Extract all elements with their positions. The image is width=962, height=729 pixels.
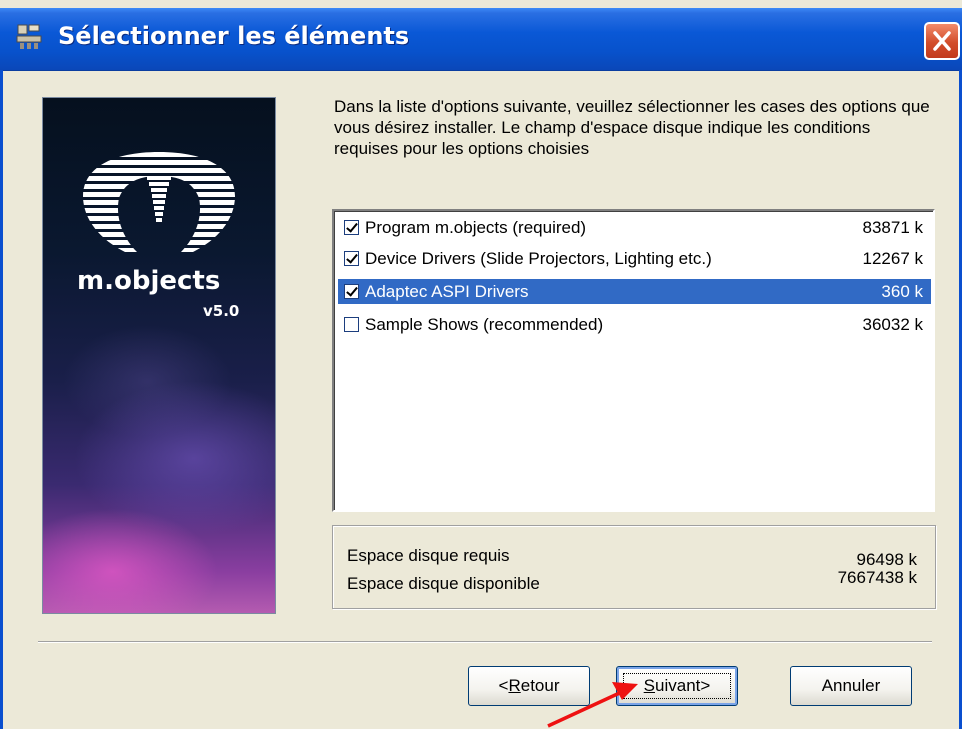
product-name: m.objects — [77, 266, 221, 296]
checkbox-checked[interactable] — [344, 220, 359, 235]
available-value: 7667438 k — [837, 568, 917, 587]
checkbox-unchecked[interactable] — [344, 317, 359, 332]
required-label: Espace disque requis — [347, 546, 510, 565]
product-banner: m.objects v5.0 — [42, 97, 276, 614]
m-objects-logo — [83, 152, 235, 252]
back-label: etour — [520, 676, 560, 695]
list-item-program[interactable]: Program m.objects (required) 83871 k — [338, 215, 931, 240]
available-label: Espace disque disponible — [347, 574, 540, 593]
list-item-size: 360 k — [881, 282, 923, 301]
list-item-label: Device Drivers (Slide Projectors, Lighti… — [365, 249, 712, 268]
close-icon — [933, 31, 951, 51]
back-accelerator: R — [508, 676, 521, 695]
product-version: v5.0 — [203, 302, 240, 320]
cancel-label: Annuler — [821, 676, 881, 695]
list-item-size: 83871 k — [862, 218, 924, 237]
instructions-text: Dans la liste d'options suivante, veuill… — [334, 97, 930, 158]
close-button[interactable] — [924, 22, 960, 60]
installer-dialog: Sélectionner les éléments m.objects v5.0… — [0, 0, 962, 729]
disk-space-panel: Espace disque requis 96498 k Espace disq… — [332, 525, 936, 609]
list-item-size: 36032 k — [862, 315, 924, 334]
next-button[interactable]: Suivant> — [616, 666, 738, 706]
components-list[interactable]: Program m.objects (required) 83871 k Dev… — [332, 209, 935, 512]
list-item-size: 12267 k — [862, 249, 924, 268]
back-prefix: < — [498, 676, 509, 695]
list-item-sample-shows[interactable]: Sample Shows (recommended) 36032 k — [338, 312, 931, 337]
required-value: 96498 k — [856, 550, 918, 569]
list-item-device-drivers[interactable]: Device Drivers (Slide Projectors, Lighti… — [338, 246, 931, 271]
checkbox-checked[interactable] — [344, 284, 359, 299]
focus-rectangle — [623, 673, 731, 699]
disk-space-required: Espace disque requis 96498 k — [347, 546, 917, 569]
installer-icon — [16, 24, 42, 49]
separator-line — [38, 641, 932, 643]
back-button[interactable]: <Retour — [468, 666, 590, 706]
list-item-aspi-drivers[interactable]: Adaptec ASPI Drivers 360 k — [338, 279, 931, 304]
window-frame-left — [0, 70, 3, 729]
list-item-label: Sample Shows (recommended) — [365, 315, 604, 334]
cancel-button[interactable]: Annuler — [790, 666, 912, 706]
checkbox-checked[interactable] — [344, 251, 359, 266]
title-bar[interactable]: Sélectionner les éléments — [0, 8, 962, 71]
window-title: Sélectionner les éléments — [58, 22, 410, 50]
list-item-label: Adaptec ASPI Drivers — [365, 282, 529, 301]
list-item-label: Program m.objects (required) — [365, 218, 587, 237]
disk-space-available: Espace disque disponible 7667438 k — [347, 568, 917, 594]
